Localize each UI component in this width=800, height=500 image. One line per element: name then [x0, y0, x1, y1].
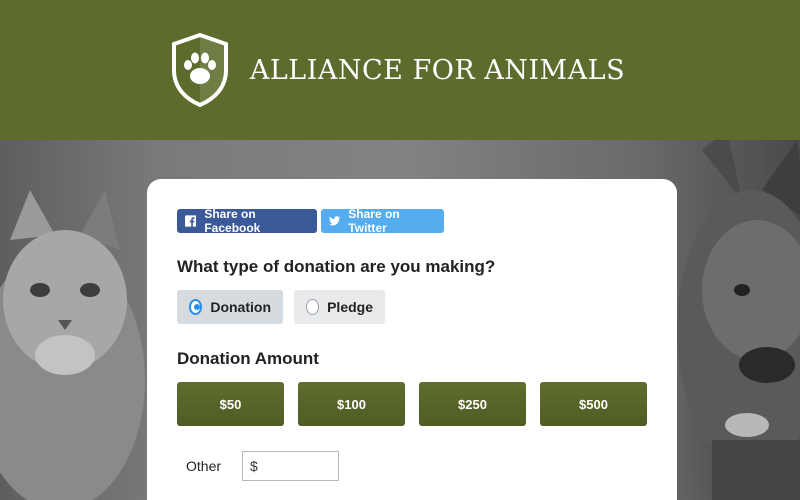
dog-image	[677, 140, 800, 500]
donation-type-pledge[interactable]: Pledge	[294, 290, 385, 324]
share-buttons: Share on Facebook Share on Twitter	[177, 207, 444, 235]
amount-button-50[interactable]: $50	[177, 382, 284, 426]
kitten-image	[0, 190, 145, 500]
donation-type-donation[interactable]: Donation	[177, 290, 283, 324]
donation-amount-title: Donation Amount	[177, 349, 319, 368]
other-amount-field[interactable]: $	[242, 451, 339, 481]
other-amount-input[interactable]	[261, 454, 332, 478]
shield-paw-icon	[171, 32, 228, 108]
donation-type-options: Donation Pledge	[177, 290, 385, 324]
donation-type-question: What type of donation are you making?	[177, 257, 496, 276]
amount-button-500[interactable]: $500	[540, 382, 647, 426]
donation-type-donation-label: Donation	[210, 299, 271, 315]
brand[interactable]: ALLIANCE FOR ANIMALS	[170, 32, 625, 108]
currency-symbol: $	[250, 458, 258, 474]
share-twitter-label: Share on Twitter	[348, 207, 400, 235]
share-twitter-button[interactable]: Share on Twitter	[321, 207, 444, 235]
donation-form-card: Share on Facebook Share on Twitter What …	[147, 179, 677, 500]
donation-amount-options: $50 $100 $250 $500	[177, 382, 647, 426]
site-header: ALLIANCE FOR ANIMALS	[0, 0, 800, 140]
amount-button-100[interactable]: $100	[298, 382, 405, 426]
share-facebook-label: Share on Facebook	[204, 207, 261, 235]
amount-button-250[interactable]: $250	[419, 382, 526, 426]
share-facebook-button[interactable]: Share on Facebook	[177, 207, 317, 235]
facebook-icon	[185, 215, 197, 227]
radio-selected[interactable]	[189, 299, 203, 315]
brand-name: ALLIANCE FOR ANIMALS	[249, 54, 626, 86]
donation-type-pledge-label: Pledge	[327, 299, 373, 315]
other-amount-label: Other	[186, 458, 222, 474]
twitter-icon	[329, 216, 341, 226]
radio-unselected[interactable]	[306, 299, 320, 315]
